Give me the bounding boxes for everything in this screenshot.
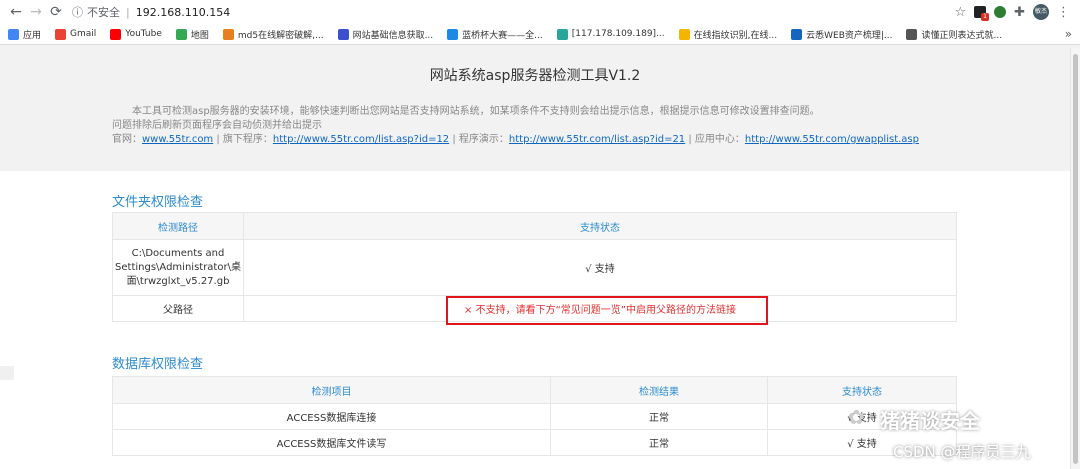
extension-icon[interactable] — [994, 6, 1007, 18]
column-header: 支持状态 — [243, 212, 957, 240]
status-cell: √ 支持 — [243, 239, 957, 296]
bookmark-favicon-icon — [55, 28, 67, 40]
page-description: 本工具可检测asp服务器的安装环境，能够快速判断出您网站是否支持网站系统，如某项… — [112, 105, 919, 147]
bookmark-favicon-icon — [8, 28, 19, 40]
security-label: 不安全 — [87, 6, 120, 19]
bookmark-item[interactable]: 地图 — [175, 28, 209, 41]
column-header: 支持状态 — [767, 376, 957, 404]
bookmark-label: 云悉WEB资产梳理|... — [806, 30, 893, 41]
bookmarks-more-icon[interactable]: » — [1065, 27, 1072, 41]
bookmark-item[interactable]: 读懂正则表达式就... — [906, 28, 1002, 41]
bookmark-label: 读懂正则表达式就... — [921, 30, 1003, 41]
link-label: | 应用中心： — [685, 134, 745, 145]
page-title: 网站系统asp服务器检测工具V1.2 — [429, 68, 641, 84]
bookmark-label: 在线指纹识别,在线... — [693, 30, 778, 41]
bookmark-item[interactable]: 云悉WEB资产梳理|... — [791, 28, 892, 41]
url-text[interactable]: 192.168.110.154 — [136, 6, 230, 19]
table-row: C:\Documents and Settings\Administrator\… — [112, 239, 957, 296]
description-line: 问题排除后刷新页面程序会自动侦测并给出提示 — [112, 120, 322, 131]
omnibox[interactable]: ⓘ 不安全 | 192.168.110.154 — [72, 2, 954, 22]
bookmark-item[interactable]: Gmail — [55, 28, 97, 40]
link-label: 官网： — [112, 134, 142, 145]
highlight-box — [446, 296, 768, 325]
item-cell: ACCESS数据库连接 — [112, 403, 551, 430]
path-cell: C:\Documents and Settings\Administrator\… — [112, 239, 244, 296]
wechat-icon: ✿ — [848, 405, 865, 429]
link-label: | 旗下程序： — [213, 134, 273, 145]
scrollbar-thumb[interactable] — [1073, 54, 1078, 464]
bookmark-favicon-icon — [337, 28, 349, 40]
bookmark-label: 蓝桥杯大赛——全... — [462, 30, 543, 41]
bookmark-item[interactable]: 蓝桥杯大赛——全... — [447, 28, 543, 41]
path-cell: 父路径 — [112, 295, 244, 322]
table-row: ACCESS数据库连接 正常 √ 支持 — [112, 403, 957, 430]
bookmark-favicon-icon — [110, 28, 122, 40]
side-toggle-button[interactable] — [0, 366, 14, 380]
watermark-text: 猪猪谈安全 — [880, 409, 980, 433]
page-header: 网站系统asp服务器检测工具V1.2 本工具可检测asp服务器的安装环境，能够快… — [0, 45, 1080, 171]
column-header: 检测项目 — [112, 376, 551, 404]
bookmark-star-icon[interactable]: ☆ — [954, 5, 966, 20]
menu-icon[interactable]: ⋮ — [1057, 5, 1070, 20]
column-header: 检测路径 — [112, 212, 244, 240]
reload-icon[interactable]: ⟳ — [46, 0, 66, 24]
bookmark-favicon-icon — [678, 28, 690, 40]
forward-icon[interactable]: → — [26, 0, 46, 24]
link-label: | 程序演示： — [449, 134, 509, 145]
bookmark-label: YouTube — [125, 29, 162, 39]
info-icon[interactable]: ⓘ — [72, 4, 83, 20]
bookmark-label: Gmail — [70, 29, 97, 39]
bookmark-label: 地图 — [190, 30, 209, 41]
db-check-table: 检测项目 检测结果 支持状态 ACCESS数据库连接 正常 √ 支持 ACCESS数据… — [112, 376, 957, 456]
programs-link[interactable]: http://www.55tr.com/list.asp?id=12 — [273, 134, 449, 145]
column-header: 检测结果 — [550, 376, 768, 404]
demo-link[interactable]: http://www.55tr.com/list.asp?id=21 — [509, 134, 685, 145]
bookmark-item[interactable]: md5在线解密破解,... — [222, 28, 324, 41]
bookmark-favicon-icon — [791, 28, 803, 40]
bookmark-item[interactable]: YouTube — [110, 28, 162, 40]
bookmarks-bar: 应用 Gmail YouTube 地图 md5在线解密破解,... 网站基础信息获取...… — [0, 24, 1080, 45]
app-center-link[interactable]: http://www.55tr.com/gwapplist.asp — [745, 134, 919, 145]
db-check-title: 数据库权限检查 — [112, 357, 204, 372]
result-cell: 正常 — [550, 403, 768, 430]
avatar[interactable]: 敏杰 — [1033, 4, 1049, 20]
bookmark-item[interactable]: 应用 — [8, 28, 41, 41]
official-site-link[interactable]: www.55tr.com — [142, 134, 213, 145]
bookmark-favicon-icon — [556, 28, 568, 40]
item-cell: ACCESS数据库文件读写 — [112, 429, 551, 456]
table-row: ACCESS数据库文件读写 正常 √ 支持 — [112, 429, 957, 456]
folder-check-title: 文件夹权限检查 — [112, 195, 204, 210]
bookmark-favicon-icon — [906, 28, 918, 40]
link-line: 官网：www.55tr.com | 旗下程序：http://www.55tr.c… — [112, 133, 919, 147]
watermark-text: CSDN @程序员三九 — [893, 443, 1031, 461]
back-icon[interactable]: ← — [6, 0, 26, 24]
extension-icon[interactable]: 1 — [974, 6, 990, 21]
bookmark-label: md5在线解密破解,... — [237, 30, 324, 41]
result-cell: 正常 — [550, 429, 768, 456]
bookmark-label: 网站基础信息获取... — [352, 30, 434, 41]
bookmark-label: [117.178.109.189]... — [571, 29, 665, 39]
description-line: 本工具可检测asp服务器的安装环境，能够快速判断出您网站是否支持网站系统，如某项… — [132, 106, 820, 117]
bookmark-label: 应用 — [23, 30, 42, 41]
bookmark-item[interactable]: 网站基础信息获取... — [337, 28, 434, 41]
bookmark-item[interactable]: [117.178.109.189]... — [556, 28, 665, 40]
bookmark-favicon-icon — [222, 28, 234, 40]
scrollbar[interactable] — [1070, 48, 1080, 469]
separator: | — [126, 5, 130, 19]
bookmark-favicon-icon — [175, 28, 187, 40]
bookmark-favicon-icon — [447, 28, 459, 40]
bookmark-item[interactable]: 在线指纹识别,在线... — [678, 28, 778, 41]
address-bar: ← → ⟳ ⓘ 不安全 | 192.168.110.154 ☆ 1 ✚ 敏杰 ⋮ — [0, 0, 1080, 24]
puzzle-icon[interactable]: ✚ — [1014, 5, 1025, 20]
